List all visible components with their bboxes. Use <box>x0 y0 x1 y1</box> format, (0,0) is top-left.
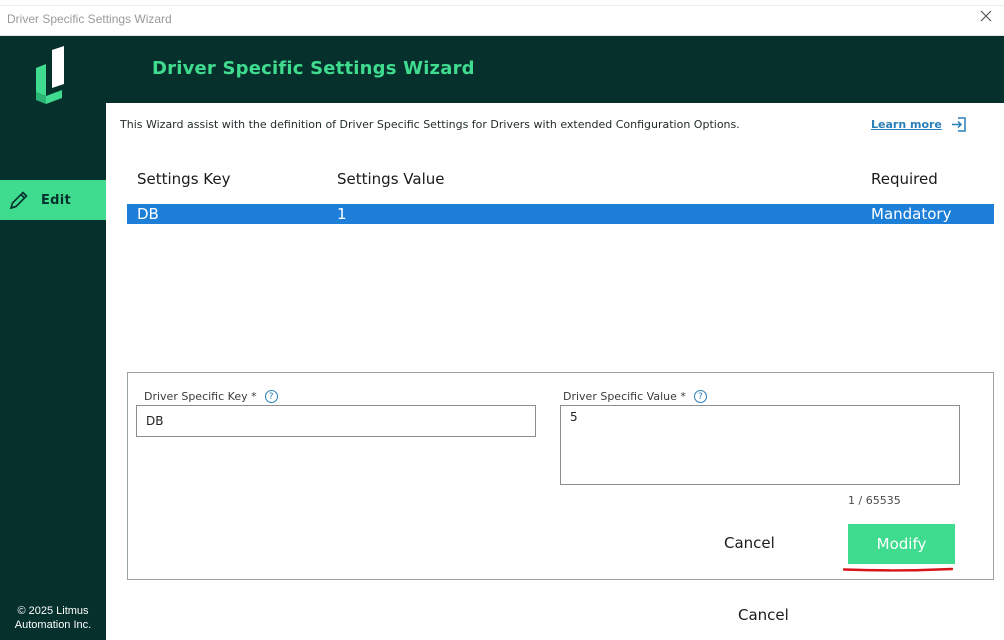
value-label-text: Driver Specific Value * <box>563 390 686 403</box>
copyright: © 2025 Litmus Automation Inc. <box>0 604 106 632</box>
driver-value-textarea[interactable]: 5 <box>560 405 960 485</box>
table-header: Settings Key Settings Value Required <box>127 161 994 204</box>
learn-more-link[interactable]: Learn more <box>871 116 967 133</box>
question-circle-icon[interactable]: ? <box>693 390 707 403</box>
wizard-header: Driver Specific Settings Wizard <box>106 36 1004 103</box>
column-header[interactable]: Settings Key <box>137 170 231 188</box>
titlebar-edge <box>0 5 1004 6</box>
key-field-label: Driver Specific Key * ? <box>144 390 278 403</box>
learn-more-label: Learn more <box>871 118 942 131</box>
window-titlebar: Driver Specific Settings Wizard <box>0 0 1004 36</box>
table-cell-required: Mandatory <box>871 205 952 223</box>
table-row[interactable]: DB 1 Mandatory <box>127 204 994 224</box>
copyright-line: © 2025 Litmus <box>17 605 89 617</box>
table-cell-value: 1 <box>337 205 347 223</box>
intro-text: This Wizard assist with the definition o… <box>120 118 740 131</box>
wizard-cancel-button[interactable]: Cancel <box>738 606 789 624</box>
window-title: Driver Specific Settings Wizard <box>7 12 172 26</box>
close-icon[interactable] <box>978 8 994 24</box>
question-circle-icon[interactable]: ? <box>264 390 278 403</box>
column-header[interactable]: Required <box>871 170 938 188</box>
external-link-icon <box>951 117 966 132</box>
table-cell-key: DB <box>137 205 159 223</box>
modify-button[interactable]: Modify <box>848 524 955 564</box>
sidebar: Edit © 2025 Litmus Automation Inc. <box>0 36 106 640</box>
sidebar-item-edit[interactable]: Edit <box>0 180 106 220</box>
pencil-icon <box>9 191 28 210</box>
sidebar-item-label: Edit <box>41 192 72 208</box>
litmus-logo-icon <box>36 46 64 104</box>
column-header[interactable]: Settings Value <box>337 170 444 188</box>
main-panel: This Wizard assist with the definition o… <box>106 103 1004 640</box>
copyright-line: Automation Inc. <box>14 619 92 631</box>
character-counter: 1 / 65535 <box>848 494 901 507</box>
settings-table: Settings Key Settings Value Required DB … <box>127 161 994 224</box>
key-label-text: Driver Specific Key * <box>144 390 257 403</box>
edit-form: Driver Specific Key * ? Driver Specific … <box>127 372 994 580</box>
form-cancel-button[interactable]: Cancel <box>724 534 775 552</box>
annotation-underline <box>843 567 953 572</box>
value-field-label: Driver Specific Value * ? <box>563 390 707 403</box>
page-title: Driver Specific Settings Wizard <box>152 58 475 79</box>
driver-key-input[interactable] <box>136 405 536 437</box>
